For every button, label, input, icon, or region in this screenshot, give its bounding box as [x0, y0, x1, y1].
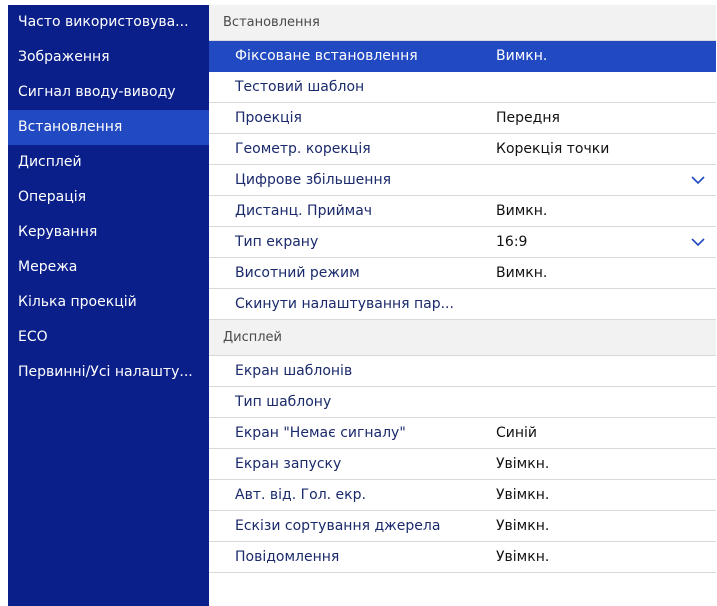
- menu-row[interactable]: Фіксоване встановлення Вимкн.: [209, 41, 716, 72]
- menu-row-label: Тип екрану: [235, 234, 319, 250]
- menu-row-label: Ескізи сортування джерела: [235, 518, 441, 534]
- menu-row[interactable]: Екран запуску Увімкн.: [209, 449, 716, 480]
- menu-row[interactable]: Висотний режим Вимкн.: [209, 258, 716, 289]
- menu-row-label: Тестовий шаблон: [235, 79, 365, 95]
- menu-row[interactable]: Екран шаблонів: [209, 356, 716, 387]
- sidebar-item-10[interactable]: Первинні/Усі налашту...: [8, 355, 209, 390]
- sidebar-item-7[interactable]: Мережа: [8, 250, 209, 285]
- menu-row[interactable]: Тип шаблону: [209, 387, 716, 418]
- menu-row-label: Геометр. корекція: [235, 141, 371, 157]
- menu-row-label: Повідомлення: [235, 549, 340, 565]
- menu-row-value: Корекція точки: [496, 141, 610, 157]
- menu-row-value: Вимкн.: [496, 48, 548, 64]
- menu-row-value: Передня: [496, 110, 560, 126]
- sidebar-item-3[interactable]: Встановлення: [8, 110, 209, 145]
- menu-row-value: Увімкн.: [496, 456, 550, 472]
- chevron-down-icon[interactable]: [690, 165, 706, 196]
- sidebar-item-2[interactable]: Сигнал вводу-виводу: [8, 75, 209, 110]
- menu-row-value: Увімкн.: [496, 549, 550, 565]
- menu-row-label: Скинути налаштування пар...: [235, 296, 454, 312]
- menu-row-value: Увімкн.: [496, 487, 550, 503]
- menu-row-value: Вимкн.: [496, 265, 548, 281]
- sidebar-item-0[interactable]: Часто використовува...: [8, 5, 209, 40]
- sidebar-item-9[interactable]: ECO: [8, 320, 209, 355]
- settings-panel: Встановлення Фіксоване встановлення Вимкн.…: [209, 5, 716, 606]
- section-header: Встановлення: [209, 5, 716, 41]
- sidebar-item-4[interactable]: Дисплей: [8, 145, 209, 180]
- menu-row[interactable]: Дистанц. Приймач Вимкн.: [209, 196, 716, 227]
- menu-row-label: Фіксоване встановлення: [235, 48, 418, 64]
- menu-row-label: Екран запуску: [235, 456, 342, 472]
- sidebar-item-6[interactable]: Керування: [8, 215, 209, 250]
- sidebar-item-1[interactable]: Зображення: [8, 40, 209, 75]
- menu-row[interactable]: Скинути налаштування пар...: [209, 289, 716, 320]
- sidebar-item-5[interactable]: Операція: [8, 180, 209, 215]
- chevron-down-icon[interactable]: [690, 227, 706, 258]
- menu-row[interactable]: Екран "Немає сигналу" Синій: [209, 418, 716, 449]
- sidebar: Часто використовува... Зображення Сигнал в…: [8, 5, 209, 606]
- menu-row-value: 16:9: [496, 234, 528, 250]
- menu-row-label: Проекція: [235, 110, 302, 126]
- menu-row[interactable]: Авт. від. Гол. екр. Увімкн.: [209, 480, 716, 511]
- menu-row-label: Екран "Немає сигналу": [235, 425, 406, 441]
- menu-row-label: Цифрове збільшення: [235, 172, 392, 188]
- menu-row-label: Дистанц. Приймач: [235, 203, 373, 219]
- menu-row[interactable]: Геометр. корекція Корекція точки: [209, 134, 716, 165]
- menu-row[interactable]: Тестовий шаблон: [209, 72, 716, 103]
- menu-row-label: Висотний режим: [235, 265, 360, 281]
- menu-row-value: Вимкн.: [496, 203, 548, 219]
- sidebar-item-8[interactable]: Кілька проекцій: [8, 285, 209, 320]
- menu-row[interactable]: Проекція Передня: [209, 103, 716, 134]
- menu-row[interactable]: Ескізи сортування джерела Увімкн.: [209, 511, 716, 542]
- menu-row[interactable]: Повідомлення Увімкн.: [209, 542, 716, 573]
- projector-menu-window: Часто використовува... Зображення Сигнал в…: [8, 5, 716, 606]
- section-header: Дисплей: [209, 320, 716, 356]
- menu-row-label: Тип шаблону: [235, 394, 332, 410]
- menu-row[interactable]: Цифрове збільшення: [209, 165, 716, 196]
- menu-row-label: Екран шаблонів: [235, 363, 353, 379]
- menu-row-value: Синій: [496, 425, 538, 441]
- menu-row-value: Увімкн.: [496, 518, 550, 534]
- menu-row-label: Авт. від. Гол. екр.: [235, 487, 366, 503]
- menu-row[interactable]: Тип екрану 16:9: [209, 227, 716, 258]
